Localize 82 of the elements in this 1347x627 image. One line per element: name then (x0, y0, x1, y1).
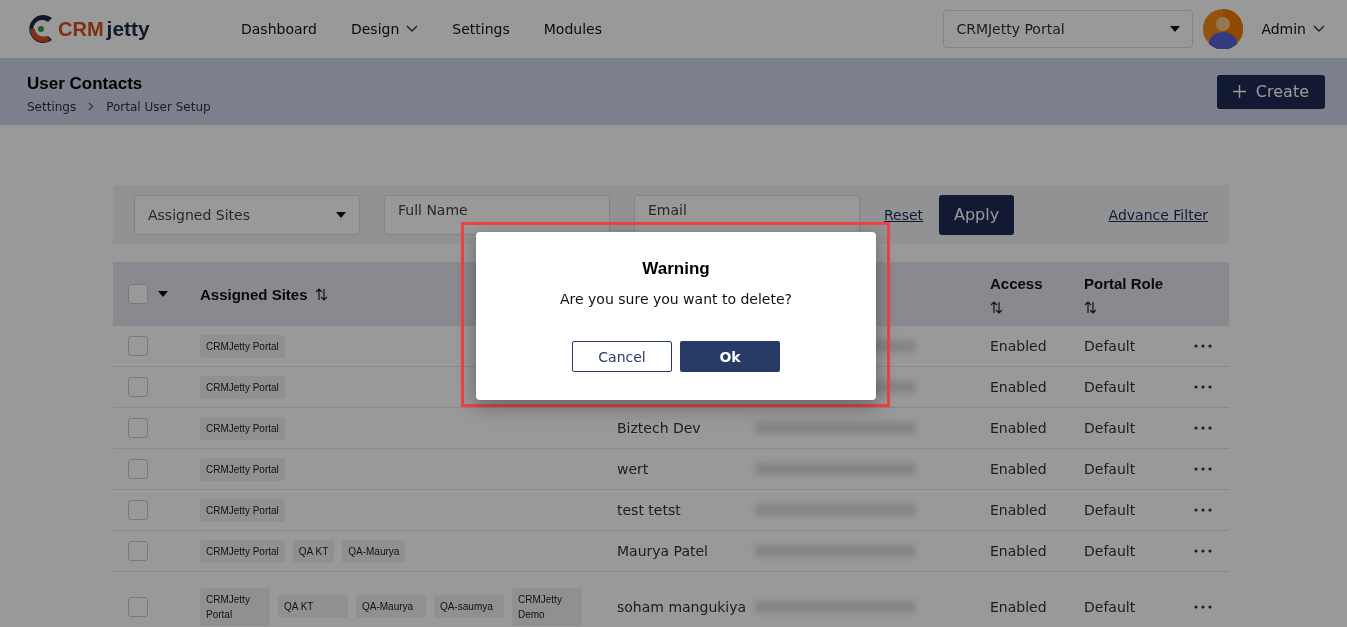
table-cell: Enabled (990, 461, 1047, 477)
sort-icon[interactable] (990, 300, 1003, 314)
table-cell: Default (1084, 338, 1136, 354)
dialog-title: Warning (642, 259, 710, 279)
create-button[interactable]: Create (1216, 74, 1325, 109)
full-name-field[interactable]: Full Name (384, 194, 610, 235)
site-tag: CRMJetty Portal (200, 457, 285, 481)
breadcrumb-link[interactable]: Settings (27, 99, 77, 114)
logo-text: jetty (106, 17, 150, 41)
reset-link[interactable]: Reset (884, 206, 924, 223)
table-cell: wert (617, 461, 649, 477)
more-icon[interactable] (1194, 426, 1212, 430)
row-checkbox[interactable] (128, 596, 148, 617)
table-cell: Enabled (990, 543, 1047, 559)
avatar-icon[interactable] (1203, 9, 1244, 49)
assigned-sites-select[interactable]: Assigned Sites (134, 194, 360, 235)
table-cell: Default (1084, 420, 1136, 436)
site-tag: CRMJetty Portal (200, 587, 270, 626)
site-tag: QA-Maurya (342, 539, 406, 563)
site-tag: CRMJetty Portal (200, 498, 285, 522)
advance-filter-link[interactable]: Advance Filter (1108, 206, 1208, 223)
site-tag: QA KT (292, 539, 335, 563)
page-title: User Contacts (27, 73, 144, 94)
plus-icon (1232, 85, 1246, 98)
column-header[interactable]: Access (990, 274, 1043, 292)
table-cell: Maurya Patel (617, 543, 708, 559)
breadcrumb-link[interactable]: Portal User Setup (106, 99, 211, 114)
more-icon[interactable] (1194, 549, 1212, 553)
row-checkbox[interactable] (128, 377, 148, 397)
table-cell: Default (1084, 598, 1136, 615)
site-tag: CRMJetty Portal (200, 375, 285, 399)
table-cell: Enabled (990, 502, 1047, 518)
cancel-button[interactable]: Cancel (572, 341, 672, 372)
table-cell: Biztech Dev (617, 420, 701, 436)
caret-icon[interactable] (336, 211, 346, 218)
apply-button[interactable]: Apply (939, 194, 1015, 235)
caret-icon[interactable] (1170, 26, 1181, 32)
chevron-down-icon[interactable] (1313, 25, 1325, 33)
table-cell: Enabled (990, 338, 1047, 354)
table-cell: Default (1084, 461, 1136, 477)
nav-link[interactable]: Dashboard (241, 21, 317, 37)
user-menu[interactable]: Admin (1261, 21, 1325, 37)
sort-icon[interactable] (1084, 300, 1097, 314)
row-checkbox[interactable] (128, 500, 148, 520)
more-icon[interactable] (1194, 467, 1212, 471)
more-icon[interactable] (1194, 508, 1212, 512)
table-cell: Enabled (990, 420, 1047, 436)
portal-select[interactable]: CRMJetty Portal (943, 10, 1194, 48)
sort-icon[interactable] (314, 287, 328, 301)
row-checkbox[interactable] (128, 459, 148, 479)
site-tag: CRMJetty Portal (200, 416, 285, 440)
site-tag: CRMJetty Portal (200, 334, 285, 358)
row-checkbox[interactable] (128, 541, 148, 561)
dialog-message: Are you sure you want to delete? (560, 291, 792, 307)
ok-button[interactable]: Ok (680, 341, 780, 372)
logo-text: CRM (58, 17, 104, 41)
nav-link[interactable]: Settings (452, 21, 510, 37)
select-all-checkbox[interactable] (128, 284, 148, 304)
caret-icon[interactable] (158, 291, 168, 297)
more-icon[interactable] (1194, 604, 1212, 609)
column-header[interactable]: Assigned Sites (200, 285, 308, 303)
chevron-right-icon (88, 102, 95, 111)
chevron-down-icon[interactable] (406, 25, 419, 33)
row-checkbox[interactable] (128, 336, 148, 356)
table-cell: soham mangukiya (617, 598, 747, 615)
site-tag: QA KT (278, 595, 348, 618)
table-cell: Default (1084, 543, 1136, 559)
nav-link[interactable]: Modules (543, 21, 602, 37)
site-tag: CRMJetty Demo (512, 587, 582, 626)
site-tag: QA-Maurya (356, 595, 426, 618)
site-tag: QA-saumya (434, 595, 504, 618)
table-cell: Default (1084, 379, 1136, 395)
more-icon[interactable] (1194, 385, 1212, 389)
column-header[interactable]: Portal Role (1084, 274, 1164, 292)
nav-link[interactable]: Design (350, 21, 419, 37)
site-tag: CRMJetty Portal (200, 539, 285, 563)
table-cell: test tetst (617, 502, 681, 518)
more-icon[interactable] (1194, 344, 1212, 348)
table-cell: Enabled (990, 379, 1047, 395)
table-cell: Default (1084, 502, 1136, 518)
row-checkbox[interactable] (128, 418, 148, 438)
table-cell: Enabled (990, 598, 1047, 615)
